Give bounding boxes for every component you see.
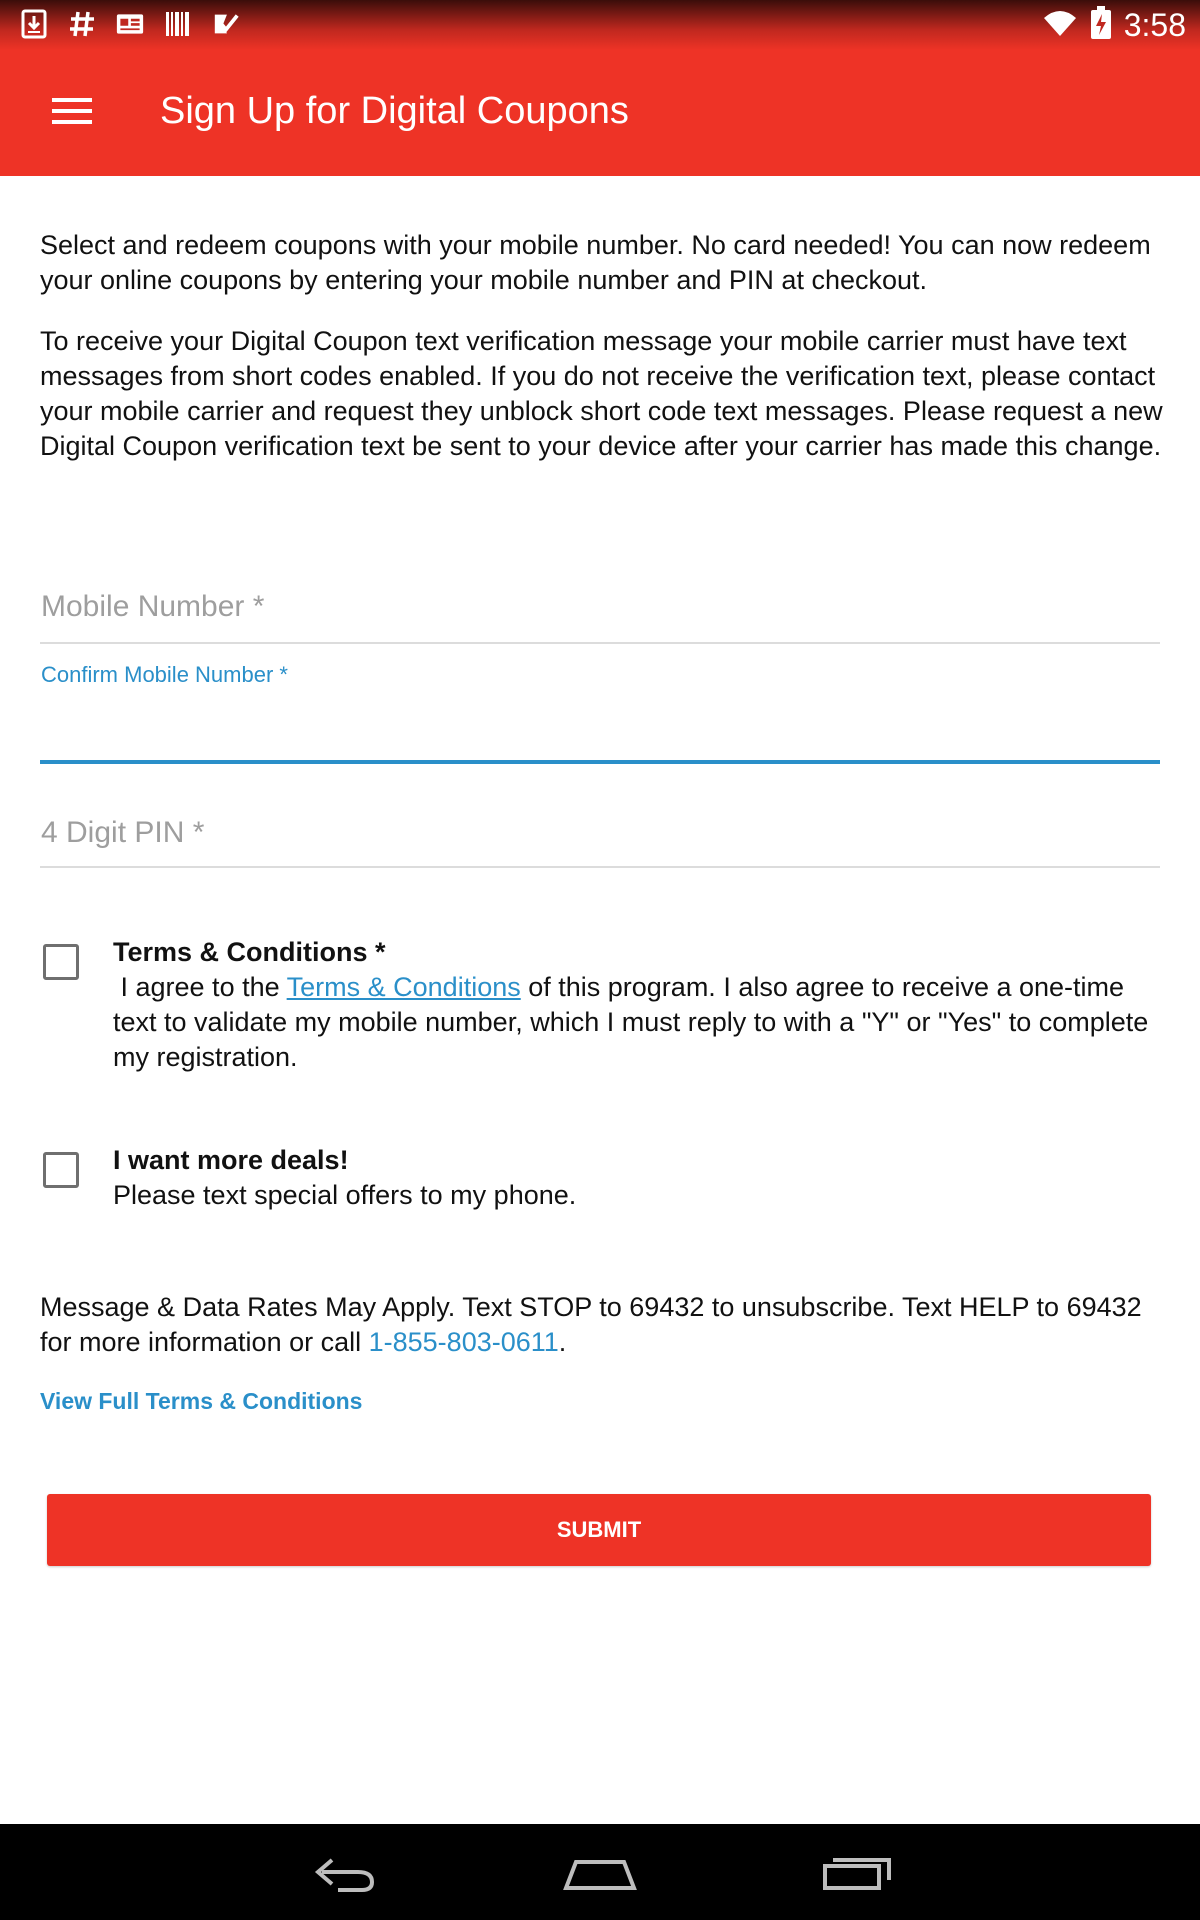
download-icon [20,8,48,40]
terms-checkbox[interactable] [43,944,79,980]
phone-link[interactable]: 1-855-803-0611 [369,1327,559,1357]
terms-link[interactable]: Terms & Conditions [287,972,521,1002]
mobile-number-underline [40,642,1160,644]
terms-text-before: I agree to the [113,972,287,1002]
confirm-mobile-number-underline [40,760,1160,764]
recents-icon[interactable] [812,1842,902,1902]
disclaimer-text: Message & Data Rates May Apply. Text STO… [40,1290,1160,1360]
battery-charging-icon [1090,6,1112,45]
deals-title: I want more deals! [113,1145,349,1175]
status-time: 3:58 [1123,7,1186,43]
navigation-bar [0,1824,1200,1920]
terms-text: Terms & Conditions * I agree to the Term… [113,935,1173,1075]
barcode-icon [164,8,192,40]
hash-icon [68,8,96,40]
deals-row: I want more deals! Please text special o… [40,1145,1160,1232]
terms-title: Terms & Conditions * [113,937,386,967]
confirm-mobile-number-label: Confirm Mobile Number * [41,662,288,687]
deals-checkbox[interactable] [43,1152,79,1188]
mobile-number-placeholder: Mobile Number * [41,590,265,623]
submit-button[interactable]: SUBMIT [47,1494,1151,1566]
intro-paragraph-2: To receive your Digital Coupon text veri… [40,326,1163,461]
confirm-mobile-number-field[interactable]: Confirm Mobile Number * [40,662,1160,782]
view-full-terms-link[interactable]: View Full Terms & Conditions [40,1388,362,1415]
terms-row: Terms & Conditions * I agree to the Term… [40,937,1160,1074]
page-title: Sign Up for Digital Coupons [160,90,629,132]
news-icon [116,8,144,40]
intro-paragraph-1: Select and redeem coupons with your mobi… [40,230,1151,295]
notification-icons [20,8,240,40]
back-icon[interactable] [298,1842,388,1902]
status-right: 3:58 [1042,6,1186,45]
checklist-icon [212,8,240,40]
pin-placeholder: 4 Digit PIN * [41,816,205,849]
wifi-icon [1042,8,1078,43]
deals-description: Please text special offers to my phone. [113,1180,577,1210]
pin-underline [40,866,1160,868]
hamburger-menu-icon[interactable] [42,90,102,134]
app-bar: Sign Up for Digital Coupons [0,50,1200,176]
disclaimer-body: Message & Data Rates May Apply. Text STO… [40,1292,1142,1357]
status-bar: 3:58 [0,0,1200,50]
home-icon[interactable] [555,1842,645,1902]
deals-text: I want more deals! Please text special o… [113,1143,1173,1213]
pin-field[interactable]: 4 Digit PIN * [40,816,1160,896]
disclaimer-suffix: . [558,1327,567,1357]
mobile-number-field[interactable]: Mobile Number * [40,590,1160,650]
